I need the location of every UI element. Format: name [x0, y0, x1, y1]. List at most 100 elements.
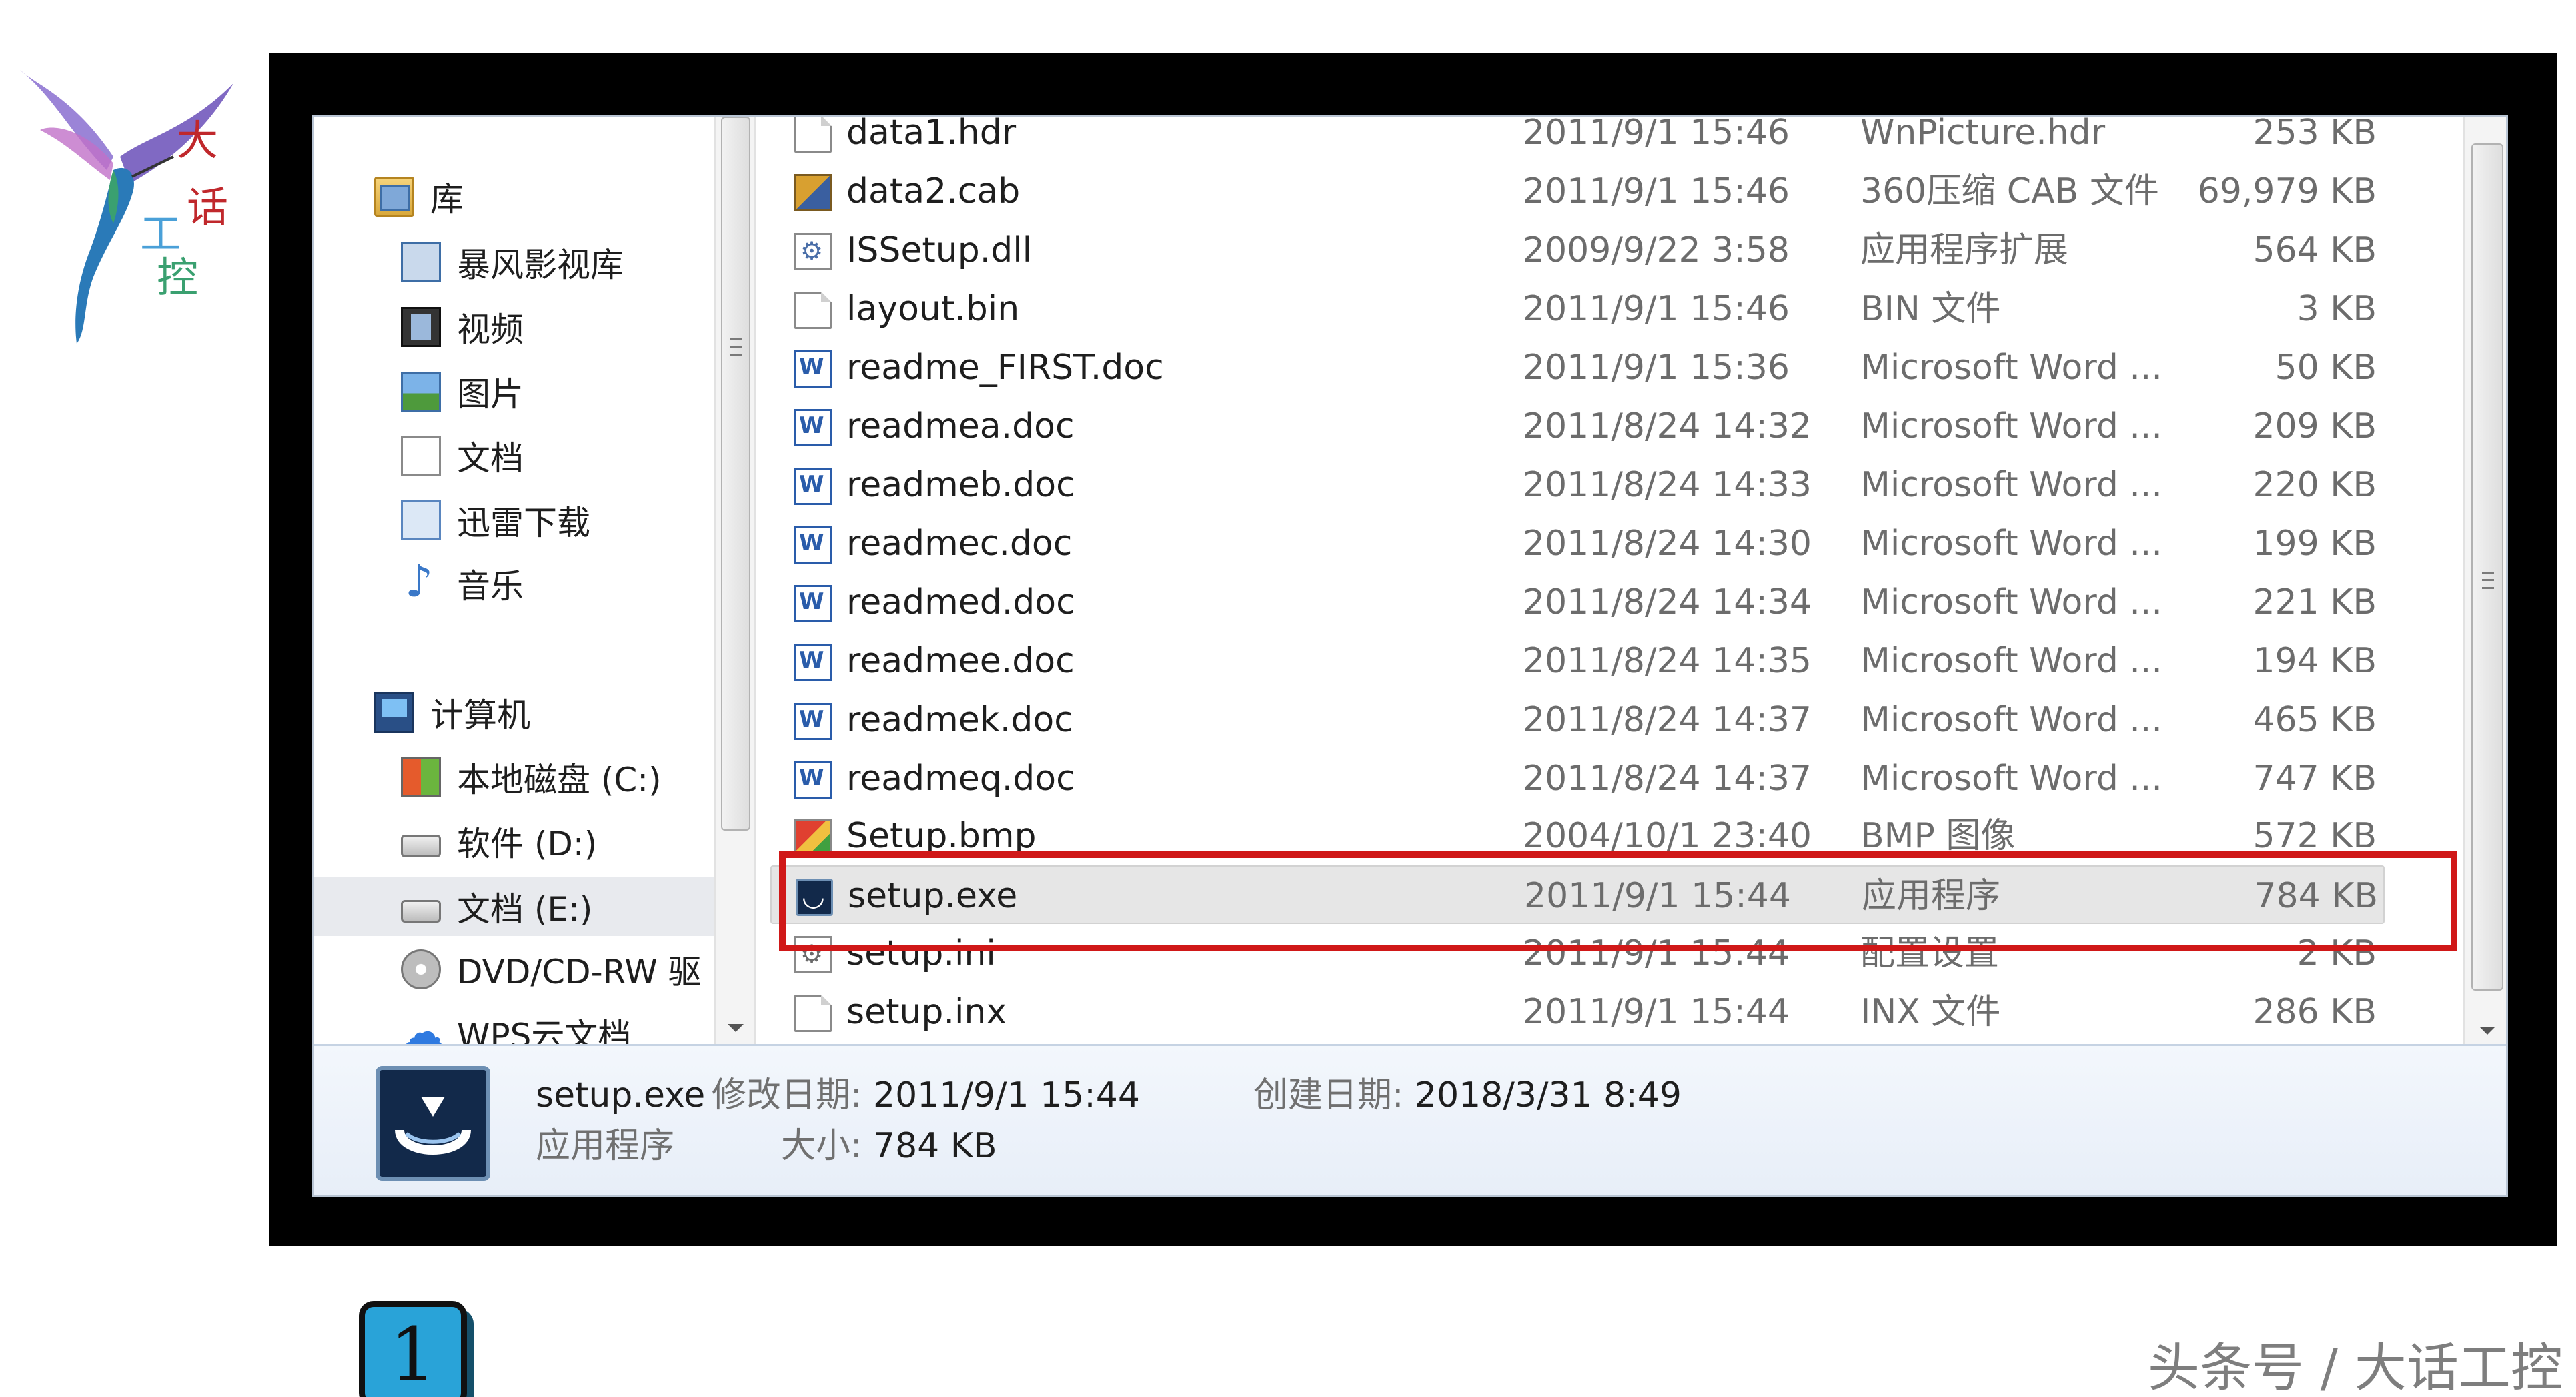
dvd-drive-icon	[401, 949, 441, 989]
music-icon	[401, 558, 441, 605]
file-type: Microsoft Word ...	[1860, 465, 2162, 505]
grip-icon	[730, 338, 742, 356]
nav-item-media-library[interactable]: 暴风影视库	[401, 236, 624, 289]
file-row[interactable]: readmec.doc 2011/8/24 14:30 Microsoft Word…	[757, 514, 2463, 573]
bitmap-icon	[794, 819, 832, 856]
nav-item-thunder-downloads[interactable]: 迅雷下载	[401, 494, 590, 547]
file-icon	[794, 995, 832, 1032]
file-name: readme_FIRST.doc	[846, 348, 1164, 388]
details-file-name: setup.exe	[536, 1075, 706, 1115]
nav-item-dvd-drive[interactable]: DVD/CD-RW 驱	[401, 943, 702, 996]
word-doc-icon	[794, 468, 832, 505]
nav-item-libraries[interactable]: 库	[374, 170, 464, 223]
file-size: 747 KB	[2252, 759, 2377, 799]
nav-item-videos[interactable]: 视频	[401, 300, 524, 354]
navigation-scrollbar[interactable]	[714, 117, 756, 1044]
nav-item-label: 音乐	[457, 567, 524, 606]
file-row[interactable]: readmee.doc 2011/8/24 14:35 Microsoft Word…	[757, 632, 2463, 690]
logo-char-2: 话	[187, 183, 229, 231]
nav-item-pictures[interactable]: 图片	[401, 365, 524, 418]
file-row[interactable]: data1.hdr 2011/9/1 15:46 WnPicture.hdr 253 …	[757, 117, 2463, 162]
nav-item-label: 文档 (E:)	[457, 890, 593, 929]
file-type: Microsoft Word ...	[1860, 524, 2162, 564]
file-explorer-window: 库 暴风影视库 视频 图片 文档 迅雷下载 音乐 计算机	[312, 115, 2508, 1197]
scroll-down-icon[interactable]	[2479, 1027, 2495, 1035]
file-row[interactable]: ISSetup.dll 2009/9/22 3:58 应用程序扩展 564 KB	[757, 221, 2463, 280]
word-doc-icon	[794, 350, 832, 388]
file-date-modified: 2011/8/24 14:37	[1523, 700, 1812, 740]
file-size: 286 KB	[2252, 992, 2377, 1032]
video-icon	[401, 307, 441, 347]
file-size: 69,979 KB	[2197, 171, 2377, 211]
file-date-modified: 2011/8/24 14:35	[1523, 641, 1812, 681]
nav-item-documents[interactable]: 文档	[401, 429, 524, 482]
picture-icon	[401, 372, 441, 412]
file-row[interactable]: readmeq.doc 2011/8/24 14:37 Microsoft Word…	[757, 749, 2463, 808]
file-date-modified: 2011/8/24 14:32	[1523, 406, 1812, 446]
nav-item-label: 迅雷下载	[457, 504, 590, 542]
setup-exe-highlight-box	[779, 851, 2457, 951]
nav-item-drive-c[interactable]: 本地磁盘 (C:)	[401, 751, 662, 804]
file-row[interactable]: readmed.doc 2011/8/24 14:34 Microsoft Word…	[757, 573, 2463, 632]
file-row[interactable]: readmea.doc 2011/8/24 14:32 Microsoft Word…	[757, 397, 2463, 456]
file-date-modified: 2011/9/1 15:46	[1523, 117, 1790, 153]
file-row[interactable]: layout.bin 2011/9/1 15:46 BIN 文件 3 KB	[757, 280, 2463, 338]
file-name: setup.inx	[846, 992, 1007, 1032]
nav-item-label: 暴风影视库	[457, 246, 624, 284]
file-size: 3 KB	[2297, 289, 2377, 329]
file-size: 465 KB	[2252, 700, 2377, 740]
nav-item-drive-d[interactable]: 软件 (D:)	[401, 815, 597, 868]
file-row[interactable]: readmek.doc 2011/8/24 14:37 Microsoft Word…	[757, 690, 2463, 749]
file-row[interactable]: readme_FIRST.doc 2011/9/1 15:36 Microsoft …	[757, 338, 2463, 397]
file-type: Microsoft Word ...	[1860, 700, 2162, 740]
nav-item-label: 库	[430, 180, 464, 219]
file-date-modified: 2011/9/1 15:36	[1523, 348, 1790, 388]
file-icon	[794, 292, 832, 329]
file-name: ISSetup.dll	[846, 230, 1033, 270]
file-name: data2.cab	[846, 171, 1021, 211]
archive-icon	[794, 174, 832, 211]
word-doc-icon	[794, 703, 832, 740]
nav-item-label: DVD/CD-RW 驱	[457, 953, 702, 991]
file-name: readmec.doc	[846, 524, 1073, 564]
file-size: 221 KB	[2252, 582, 2377, 622]
file-row[interactable]: readmeb.doc 2011/8/24 14:33 Microsoft Word…	[757, 456, 2463, 514]
nav-item-label: 本地磁盘 (C:)	[457, 761, 662, 799]
scroll-down-icon[interactable]	[728, 1024, 744, 1032]
media-library-icon	[401, 242, 441, 282]
details-modified-value: 2011/9/1 15:44	[873, 1075, 1140, 1115]
file-name: readmed.doc	[846, 582, 1075, 622]
details-pane: setup.exe 修改日期: 2011/9/1 15:44 创建日期: 201…	[314, 1044, 2506, 1195]
nav-item-label: 计算机	[430, 696, 530, 735]
nav-item-drive-e[interactable]: 文档 (E:)	[314, 877, 714, 936]
file-list-scrollbar[interactable]	[2463, 117, 2506, 1044]
details-created-label: 创建日期:	[1253, 1075, 1404, 1115]
details-size-label: 大小:	[781, 1126, 862, 1166]
navigation-scrollbar-thumb[interactable]	[721, 117, 750, 831]
file-list-scrollbar-thumb[interactable]	[2471, 143, 2503, 991]
step-number: 1	[390, 1312, 436, 1397]
file-type: INX 文件	[1860, 992, 2001, 1032]
drive-icon	[401, 835, 441, 857]
document-icon	[401, 436, 441, 476]
file-date-modified: 2011/9/1 15:44	[1523, 992, 1790, 1032]
nav-item-computer[interactable]: 计算机	[374, 686, 530, 739]
nav-item-music[interactable]: 音乐	[401, 557, 524, 610]
file-row[interactable]: data2.cab 2011/9/1 15:46 360压缩 CAB 文件 69,97…	[757, 162, 2463, 221]
file-size: 199 KB	[2252, 524, 2377, 564]
step-number-badge: 1	[359, 1301, 467, 1397]
library-icon	[374, 177, 414, 217]
details-file-type: 应用程序	[536, 1126, 675, 1166]
navigation-pane: 库 暴风影视库 视频 图片 文档 迅雷下载 音乐 计算机	[314, 117, 714, 1056]
drive-icon	[401, 900, 441, 923]
file-name: data1.hdr	[846, 117, 1017, 153]
logo-char-4: 控	[157, 253, 199, 302]
word-doc-icon	[794, 526, 832, 564]
watermark-text: 头条号 / 大话工控	[2148, 1338, 2563, 1397]
file-size: 220 KB	[2252, 465, 2377, 505]
word-doc-icon	[794, 644, 832, 681]
file-size: 209 KB	[2252, 406, 2377, 446]
file-type: 应用程序扩展	[1860, 230, 2069, 270]
word-doc-icon	[794, 761, 832, 799]
file-row[interactable]: setup.inx 2011/9/1 15:44 INX 文件 286 KB	[757, 983, 2463, 1041]
